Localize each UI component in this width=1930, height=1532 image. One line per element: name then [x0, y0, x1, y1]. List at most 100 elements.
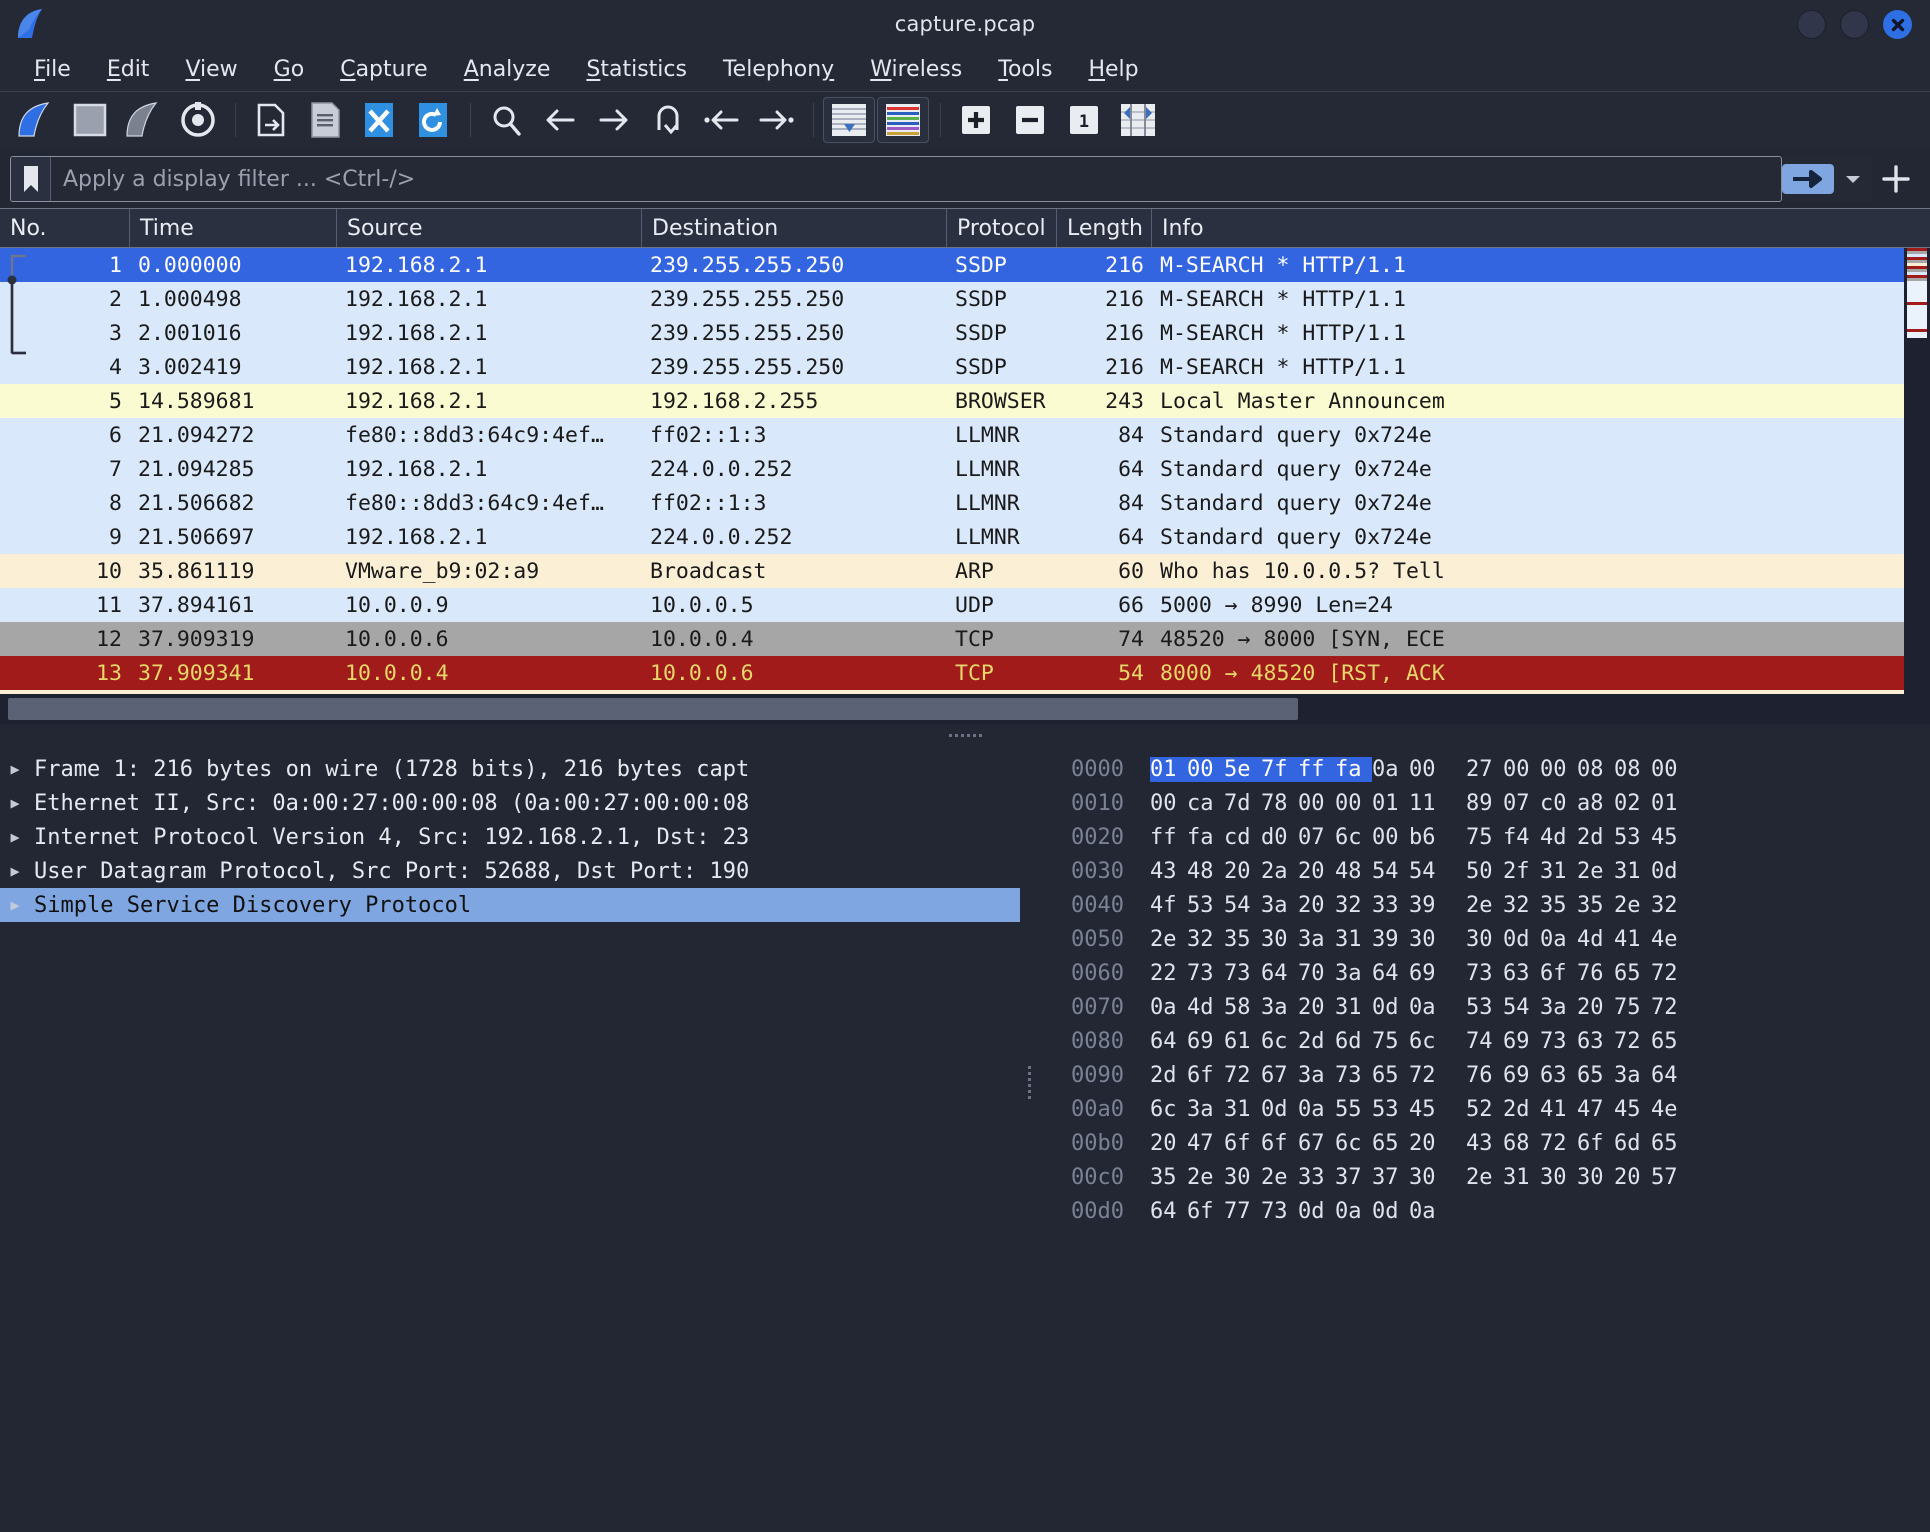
restart-capture-icon[interactable] [118, 97, 170, 143]
hex-byte[interactable]: fa [1335, 756, 1372, 782]
go-first-packet-icon[interactable] [696, 97, 748, 143]
menu-tools[interactable]: Tools [980, 55, 1070, 84]
hex-byte[interactable]: 2a [1261, 859, 1298, 884]
hex-byte[interactable]: 00 [1409, 757, 1446, 782]
table-row[interactable]: 13 37.909341 10.0.0.4 10.0.0.6 TCP 54 8000 → 4… [0, 656, 1930, 690]
hex-byte[interactable]: 3a [1261, 995, 1298, 1020]
hex-byte[interactable]: 3a [1298, 1063, 1335, 1088]
hex-byte[interactable]: 69 [1503, 1063, 1540, 1088]
hex-byte[interactable]: 54 [1372, 859, 1409, 884]
hex-byte[interactable]: 76 [1577, 961, 1614, 986]
hex-byte[interactable]: 2e [1261, 1165, 1298, 1190]
hex-byte[interactable]: 20 [1577, 995, 1614, 1020]
menu-wireless[interactable]: Wireless [852, 55, 980, 84]
hex-byte[interactable]: 01 [1372, 791, 1409, 816]
hex-byte[interactable]: 45 [1614, 1097, 1651, 1122]
hex-byte[interactable]: 65 [1651, 1131, 1688, 1156]
hex-byte[interactable]: 33 [1298, 1165, 1335, 1190]
hex-byte[interactable]: 4e [1651, 927, 1688, 952]
hex-byte[interactable]: 00 [1503, 757, 1540, 782]
hex-byte[interactable]: 72 [1540, 1131, 1577, 1156]
close-file-icon[interactable] [353, 97, 405, 143]
hex-byte[interactable]: 72 [1409, 1063, 1446, 1088]
expand-triangle-icon[interactable]: ▶ [0, 760, 30, 778]
hex-byte[interactable]: cd [1224, 825, 1261, 850]
hex-byte[interactable]: 61 [1224, 1029, 1261, 1054]
hex-byte[interactable]: 53 [1466, 995, 1503, 1020]
hex-byte[interactable]: 2d [1150, 1063, 1187, 1088]
hex-byte[interactable]: 2e [1466, 1165, 1503, 1190]
table-row[interactable]: 3 2.001016 192.168.2.1 239.255.255.250 SSDP 2… [0, 316, 1930, 350]
menu-statistics[interactable]: Statistics [568, 55, 705, 84]
save-file-icon[interactable] [299, 97, 351, 143]
hex-byte[interactable]: 72 [1614, 1029, 1651, 1054]
hex-byte[interactable]: 32 [1187, 927, 1224, 952]
table-row[interactable]: 9 21.506697 192.168.2.1 224.0.0.252 LLMNR 64 S… [0, 520, 1930, 554]
hex-byte[interactable]: 6f [1187, 1063, 1224, 1088]
hex-byte[interactable]: 35 [1577, 893, 1614, 918]
hex-byte[interactable]: 7d [1224, 791, 1261, 816]
bookmark-icon[interactable] [11, 157, 51, 201]
hex-byte[interactable]: a8 [1577, 791, 1614, 816]
hex-byte[interactable]: 41 [1540, 1097, 1577, 1122]
expand-triangle-icon[interactable]: ▶ [0, 828, 30, 846]
column-header-source[interactable]: Source [337, 209, 642, 247]
table-row[interactable]: 12 37.909319 10.0.0.6 10.0.0.4 TCP 74 48520 → … [0, 622, 1930, 656]
packet-detail-row[interactable]: ▶ Simple Service Discovery Protocol [0, 888, 1020, 922]
hex-byte[interactable]: 31 [1503, 1165, 1540, 1190]
apply-filter-arrow-icon[interactable] [1782, 164, 1834, 194]
hex-byte[interactable]: 30 [1409, 927, 1446, 952]
hex-byte[interactable]: 69 [1409, 961, 1446, 986]
hex-byte[interactable]: 02 [1614, 791, 1651, 816]
hex-byte[interactable]: 64 [1372, 961, 1409, 986]
hex-byte[interactable]: 48 [1187, 859, 1224, 884]
hex-byte[interactable]: 68 [1503, 1131, 1540, 1156]
hex-byte[interactable]: 6f [1577, 1131, 1614, 1156]
hex-byte[interactable]: 54 [1503, 995, 1540, 1020]
hex-byte[interactable]: 20 [1224, 859, 1261, 884]
hex-dump-row[interactable]: 0010 00 ca 7d 78 00 00 01 11 89 07 c0 a8 02 01 [1038, 786, 1930, 820]
hex-byte[interactable]: 3a [1298, 927, 1335, 952]
menu-file[interactable]: File [16, 55, 89, 84]
hex-byte[interactable]: 0d [1503, 927, 1540, 952]
hex-byte[interactable]: 32 [1503, 893, 1540, 918]
hex-dump-row[interactable]: 00a0 6c 3a 31 0d 0a 55 53 45 52 2d 41 47 45 4e [1038, 1092, 1930, 1126]
hex-byte[interactable]: 37 [1335, 1165, 1372, 1190]
hex-byte[interactable]: 6d [1614, 1131, 1651, 1156]
hex-byte[interactable]: 52 [1466, 1097, 1503, 1122]
hex-byte[interactable]: 27 [1466, 757, 1503, 782]
table-row[interactable]: 1 0.000000 192.168.2.1 239.255.255.250 SSDP 2… [0, 248, 1930, 282]
hex-byte[interactable]: 4d [1577, 927, 1614, 952]
hex-byte[interactable]: 6f [1224, 1131, 1261, 1156]
hex-byte[interactable]: f4 [1503, 825, 1540, 850]
table-row[interactable]: 8 21.506682 fe80::8dd3:64c9:4ef… ff02::1:3 L… [0, 486, 1930, 520]
hex-byte[interactable]: 0a [1409, 1199, 1446, 1224]
zoom-reset-icon[interactable]: 1 [1058, 97, 1110, 143]
hex-byte[interactable]: 22 [1150, 961, 1187, 986]
hex-byte[interactable]: 65 [1651, 1029, 1688, 1054]
column-header-protocol[interactable]: Protocol [947, 209, 1057, 247]
hex-byte[interactable]: 74 [1466, 1029, 1503, 1054]
hex-byte[interactable]: ff [1298, 756, 1335, 782]
hex-byte[interactable]: 73 [1187, 961, 1224, 986]
hex-byte[interactable]: 65 [1614, 961, 1651, 986]
hex-byte[interactable]: 4f [1150, 893, 1187, 918]
hex-byte[interactable]: ff [1150, 825, 1187, 850]
hex-byte[interactable]: 2e [1466, 893, 1503, 918]
hex-byte[interactable]: 0a [1298, 1097, 1335, 1122]
hex-byte[interactable]: 2e [1187, 1165, 1224, 1190]
hex-byte[interactable]: 64 [1651, 1063, 1688, 1088]
hex-byte[interactable]: 63 [1540, 1063, 1577, 1088]
hex-byte[interactable]: 72 [1651, 995, 1688, 1020]
hex-byte[interactable]: 30 [1224, 1165, 1261, 1190]
hex-byte[interactable]: 2d [1503, 1097, 1540, 1122]
hex-dump-row[interactable]: 0070 0a 4d 58 3a 20 31 0d 0a 53 54 3a 20 75 72 [1038, 990, 1930, 1024]
column-header-info[interactable]: Info [1152, 209, 1930, 247]
column-header-destination[interactable]: Destination [642, 209, 947, 247]
hex-byte[interactable]: 6d [1335, 1029, 1372, 1054]
hex-byte[interactable]: 30 [1409, 1165, 1446, 1190]
hex-byte[interactable]: 54 [1224, 893, 1261, 918]
hex-byte[interactable]: 0a [1150, 995, 1187, 1020]
hex-byte[interactable]: 0a [1335, 1199, 1372, 1224]
hex-byte[interactable]: 73 [1540, 1029, 1577, 1054]
